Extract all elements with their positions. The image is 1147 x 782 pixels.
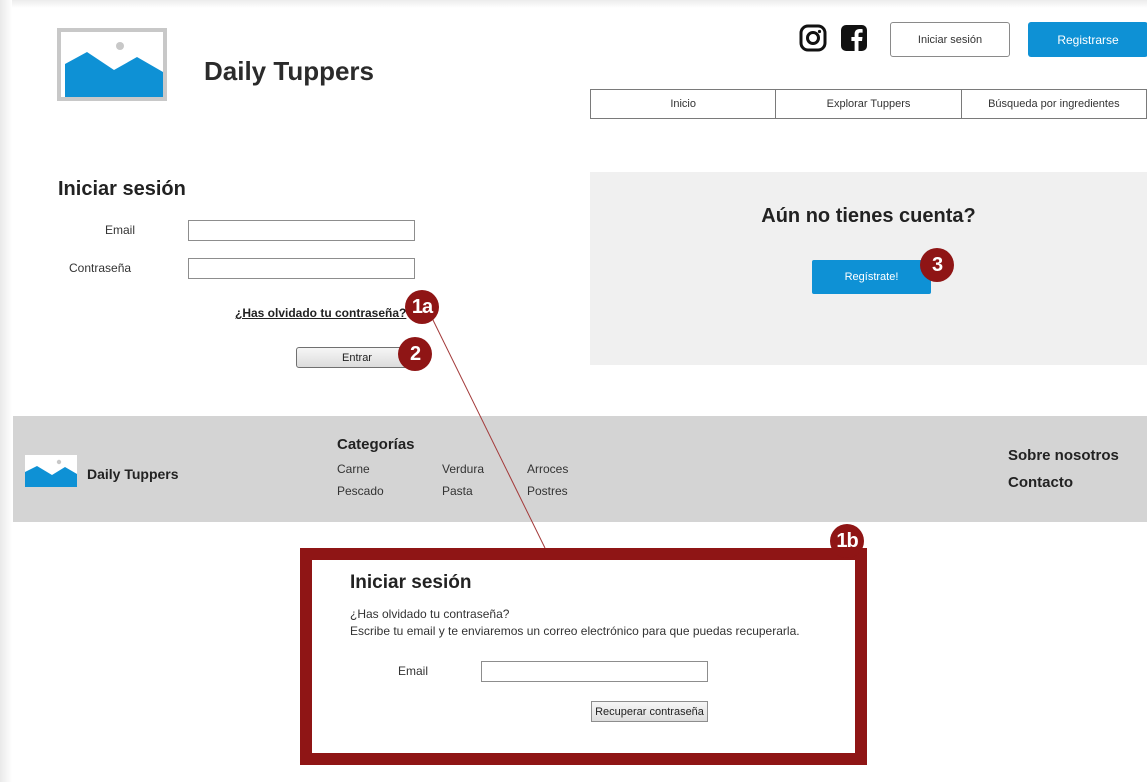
annotation-badge-1b: 1b bbox=[830, 524, 864, 558]
footer-logo[interactable] bbox=[25, 455, 77, 487]
email-label: Email bbox=[105, 223, 136, 237]
annotation-badge-3: 3 bbox=[920, 248, 954, 282]
nav-item-inicio[interactable]: Inicio bbox=[591, 90, 777, 118]
email-field[interactable] bbox=[188, 220, 415, 241]
annotation-badge-1a: 1a bbox=[405, 290, 439, 324]
login-title: Iniciar sesión bbox=[58, 178, 186, 200]
password-recovery-inset: Iniciar sesión ¿Has olvidado tu contrase… bbox=[300, 548, 867, 765]
image-placeholder-icon bbox=[25, 459, 77, 487]
facebook-icon[interactable] bbox=[840, 24, 868, 52]
footer-category-link[interactable]: Pasta bbox=[442, 484, 473, 498]
footer-category-link[interactable]: Arroces bbox=[527, 462, 568, 476]
recovery-instructions: Escribe tu email y te enviaremos un corr… bbox=[350, 624, 800, 638]
password-label: Contraseña bbox=[69, 261, 132, 275]
recovery-email-field[interactable] bbox=[481, 661, 708, 682]
footer-category-link[interactable]: Verdura bbox=[442, 462, 484, 476]
footer-contact-link[interactable]: Contacto bbox=[1008, 474, 1073, 491]
main-nav: Inicio Explorar Tuppers Búsqueda por ing… bbox=[590, 89, 1147, 119]
window-left-shadow bbox=[0, 0, 12, 782]
footer-category-link[interactable]: Postres bbox=[527, 484, 568, 498]
register-panel-title: Aún no tienes cuenta? bbox=[761, 205, 976, 227]
window-top-shadow bbox=[0, 0, 1147, 8]
footer-category-link[interactable]: Pescado bbox=[337, 484, 384, 498]
instagram-icon[interactable] bbox=[799, 24, 827, 52]
annotation-badge-2: 2 bbox=[398, 337, 432, 371]
footer: Daily Tuppers Categorías Carne Verdura A… bbox=[13, 416, 1147, 522]
password-field[interactable] bbox=[188, 258, 415, 279]
register-panel: Aún no tienes cuenta? Regístrate! bbox=[590, 172, 1147, 365]
recovery-title: Iniciar sesión bbox=[350, 572, 472, 593]
forgot-password-link[interactable]: ¿Has olvidado tu contraseña? bbox=[235, 306, 406, 320]
recover-password-button[interactable]: Recuperar contraseña bbox=[591, 701, 708, 722]
footer-about-link[interactable]: Sobre nosotros bbox=[1008, 447, 1119, 464]
nav-item-busqueda[interactable]: Búsqueda por ingredientes bbox=[962, 90, 1146, 118]
footer-category-link[interactable]: Carne bbox=[337, 462, 370, 476]
brand-title: Daily Tuppers bbox=[204, 56, 375, 86]
nav-item-explorar[interactable]: Explorar Tuppers bbox=[776, 90, 962, 118]
recovery-email-label: Email bbox=[398, 664, 429, 678]
footer-brand: Daily Tuppers bbox=[87, 466, 179, 482]
footer-categories-title: Categorías bbox=[337, 436, 415, 453]
register-button[interactable]: Registrarse bbox=[1028, 22, 1147, 57]
recovery-question: ¿Has olvidado tu contraseña? bbox=[350, 607, 510, 621]
logo-image-placeholder[interactable] bbox=[57, 28, 167, 101]
image-placeholder-icon bbox=[65, 42, 163, 97]
login-button[interactable]: Iniciar sesión bbox=[890, 22, 1010, 57]
signup-button[interactable]: Regístrate! bbox=[812, 260, 931, 294]
